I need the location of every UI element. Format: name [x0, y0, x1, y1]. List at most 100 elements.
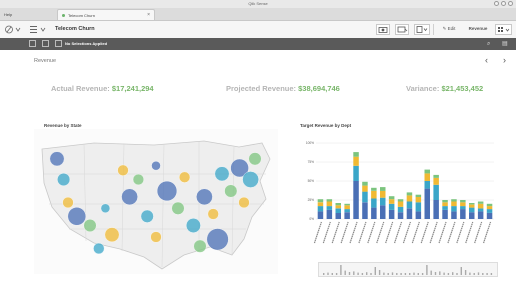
close-window-icon[interactable] [508, 1, 513, 6]
map-bubble[interactable] [196, 188, 213, 206]
bar-segment[interactable] [317, 202, 324, 207]
map-bubble[interactable] [156, 180, 178, 202]
bar-segment[interactable] [424, 188, 431, 219]
maximize-icon[interactable] [501, 1, 506, 6]
minimize-icon[interactable] [494, 1, 499, 6]
tab-telecom-churn[interactable]: Telecom Churn × [57, 9, 155, 20]
map-bubble[interactable] [83, 218, 97, 232]
previous-sheet-icon[interactable]: ‹ [485, 55, 488, 65]
map-bubble[interactable] [248, 152, 262, 166]
bar-segment[interactable] [433, 178, 439, 185]
bar-segment[interactable] [388, 196, 395, 200]
map-bubble[interactable] [179, 171, 191, 183]
bar-segment[interactable] [433, 200, 439, 219]
map-canvas[interactable] [34, 129, 278, 274]
bar-segment[interactable] [380, 190, 386, 198]
map-bubble[interactable] [185, 218, 201, 233]
bar-segment[interactable] [371, 190, 377, 199]
sheet-name[interactable]: Revenue [464, 24, 492, 35]
map-bubble[interactable] [49, 151, 65, 167]
map-bubble[interactable] [93, 242, 105, 255]
chart-scrollbar[interactable] [318, 262, 498, 277]
bar-segment[interactable] [451, 199, 457, 202]
map-bubble[interactable] [150, 231, 162, 243]
bar-segment[interactable] [353, 181, 359, 219]
bar-segment[interactable] [380, 205, 386, 219]
bar-segment[interactable] [486, 203, 493, 207]
bar-segment[interactable] [371, 198, 377, 208]
clear-selections-icon[interactable] [55, 40, 62, 47]
bar-segment[interactable] [406, 208, 413, 219]
bar-segment[interactable] [344, 209, 350, 213]
bar-segment[interactable] [486, 206, 493, 210]
bar-segment[interactable] [380, 197, 386, 206]
bar-segment[interactable] [477, 211, 484, 219]
bar-segment[interactable] [344, 205, 350, 210]
map-bubble[interactable] [238, 196, 250, 209]
tab-help[interactable]: Help [0, 9, 56, 20]
close-icon[interactable]: × [147, 10, 150, 21]
bar-segment[interactable] [353, 156, 359, 166]
bar-chart-canvas[interactable]: 100% 75% 50% 25% 0% [298, 131, 498, 259]
bar-segment[interactable] [362, 202, 368, 219]
map-bubble[interactable] [151, 161, 161, 171]
bar-segment[interactable] [353, 152, 359, 157]
bar-segment[interactable] [406, 195, 413, 202]
bar-segment[interactable] [326, 209, 333, 219]
back-selection-icon[interactable] [29, 40, 36, 47]
bar-segment[interactable] [317, 206, 324, 212]
revenue-map[interactable] [34, 129, 278, 274]
bar-segment[interactable] [371, 207, 377, 219]
search-icon[interactable]: ⌕ [487, 39, 490, 49]
bar-segment[interactable] [442, 206, 448, 210]
map-bubble[interactable] [62, 196, 74, 209]
bar-segment[interactable] [477, 201, 484, 204]
bar-segment[interactable] [451, 211, 457, 219]
bar-segment[interactable] [362, 185, 368, 192]
bar-segment[interactable] [451, 206, 457, 212]
bar-segment[interactable] [397, 212, 404, 219]
bar-segment[interactable] [460, 202, 466, 207]
bar-segment[interactable] [469, 212, 475, 219]
bar-segment[interactable] [424, 181, 431, 189]
map-bubble[interactable] [140, 209, 154, 223]
bar-segment[interactable] [317, 199, 324, 203]
bar-segment[interactable] [335, 208, 342, 213]
sheet-list-button[interactable] [28, 24, 48, 35]
kpi-variance[interactable]: Variance: $21,453,452 [406, 84, 483, 93]
map-bubble[interactable] [57, 173, 71, 187]
map-bubble[interactable] [224, 184, 238, 198]
bar-segment[interactable] [469, 204, 475, 208]
bookmarks-button[interactable] [395, 24, 409, 35]
bar-segment[interactable] [362, 191, 368, 203]
bar-segment[interactable] [424, 173, 431, 181]
bar-segment[interactable] [486, 209, 493, 213]
map-bubble[interactable] [171, 201, 185, 215]
bar-segment[interactable] [415, 202, 422, 212]
bar-segment[interactable] [415, 194, 422, 197]
map-bubble[interactable] [104, 227, 120, 243]
forward-selection-icon[interactable] [42, 40, 49, 47]
bar-segment[interactable] [344, 203, 350, 206]
bar-segment[interactable] [406, 192, 413, 196]
bar-segment[interactable] [460, 200, 466, 203]
bar-segment[interactable] [326, 201, 333, 207]
kpi-actual-revenue[interactable]: Actual Revenue: $17,241,294 [51, 84, 154, 93]
bar-segment[interactable] [477, 208, 484, 212]
map-bubble[interactable] [67, 207, 86, 226]
edit-button[interactable]: ✎ Edit [436, 24, 462, 35]
map-bubble[interactable] [193, 239, 207, 253]
selections-tool-icon[interactable]: ▤ [502, 39, 508, 49]
bar-segment[interactable] [388, 203, 395, 210]
bar-segment[interactable] [424, 169, 431, 174]
map-bubble[interactable] [242, 171, 259, 188]
bar-segment[interactable] [486, 212, 493, 219]
navigation-menu-button[interactable] [4, 24, 22, 35]
bar-segment[interactable] [477, 203, 484, 209]
bar-segment[interactable] [326, 199, 333, 202]
bar-segment[interactable] [460, 209, 466, 219]
bar-segment[interactable] [353, 165, 359, 181]
bar-segment[interactable] [388, 199, 395, 204]
bar-segment[interactable] [469, 207, 475, 213]
storytelling-button[interactable] [376, 24, 390, 35]
